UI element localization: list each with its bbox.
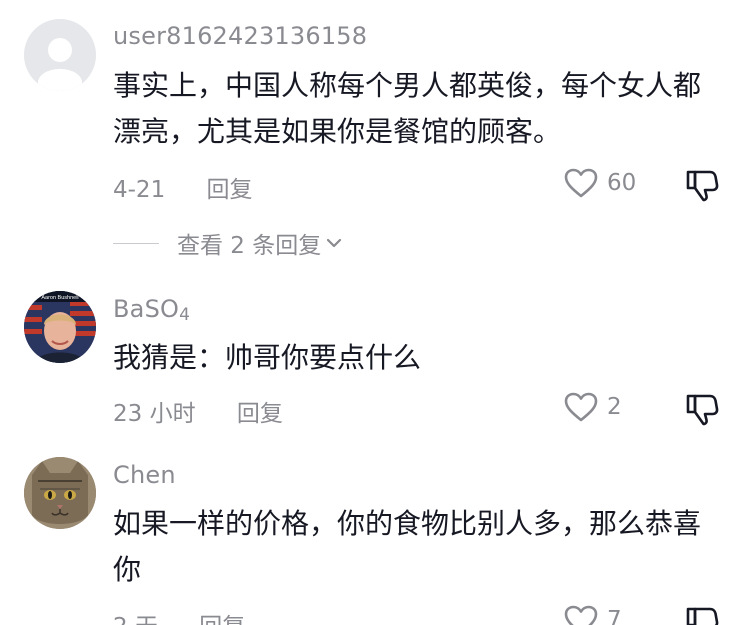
like-button[interactable]: 60 — [563, 167, 636, 199]
comment-username[interactable]: Chen — [113, 461, 176, 489]
comment-text: 事实上，中国人称每个男人都英俊，每个女人都漂亮，尤其是如果你是餐馆的顾客。 — [113, 69, 702, 148]
divider-line — [113, 242, 159, 244]
heart-icon — [564, 605, 598, 625]
like-button[interactable]: 7 — [563, 604, 622, 625]
reply-button[interactable]: 回复 — [199, 614, 245, 625]
avatar[interactable] — [24, 19, 96, 91]
chevron-down-icon — [327, 238, 342, 248]
view-replies-label: 查看 2 条回复 — [177, 233, 322, 259]
cat-avatar-icon — [24, 457, 96, 529]
like-count: 7 — [607, 607, 622, 625]
heart-icon — [564, 392, 598, 422]
comment-meta: 23 小时 回复 — [113, 394, 283, 428]
photo-avatar-flag-icon: Aaron Bushnell — [24, 291, 96, 363]
dislike-button[interactable] — [684, 392, 720, 430]
default-user-avatar-icon — [24, 19, 96, 91]
comment-meta: 4-21 回复 — [113, 170, 253, 204]
heart-icon — [564, 168, 598, 198]
thumbs-down-icon — [686, 394, 719, 426]
dislike-button[interactable] — [684, 168, 720, 206]
avatar[interactable] — [24, 457, 96, 529]
like-count: 60 — [607, 170, 637, 196]
avatar[interactable]: Aaron Bushnell — [24, 291, 96, 363]
dislike-button[interactable] — [684, 605, 720, 625]
avatar-caption: Aaron Bushnell — [41, 295, 78, 301]
thumbs-down-icon — [686, 607, 719, 625]
username-subscript: 4 — [179, 305, 191, 325]
comment-meta: 2 天 回复 — [113, 607, 245, 625]
like-button[interactable]: 2 — [563, 391, 622, 423]
comment-username[interactable]: user8162423136158 — [113, 22, 367, 50]
like-count: 2 — [607, 394, 622, 420]
thumbs-down-icon — [686, 170, 719, 202]
comment-time: 4-21 — [113, 177, 166, 203]
comment-username[interactable]: BaSO4 — [113, 295, 190, 325]
comment-text: 我猜是：帅哥你要点什么 — [113, 341, 422, 374]
reply-button[interactable]: 回复 — [207, 177, 253, 203]
comment-time: 23 小时 — [113, 401, 196, 427]
view-replies-button[interactable]: 查看 2 条回复 — [113, 226, 343, 260]
comment-text: 如果一样的价格，你的食物比别人多，那么恭喜你 — [113, 507, 702, 586]
comment-time: 2 天 — [113, 614, 158, 625]
username-main: BaSO — [113, 295, 180, 323]
reply-button[interactable]: 回复 — [237, 401, 283, 427]
